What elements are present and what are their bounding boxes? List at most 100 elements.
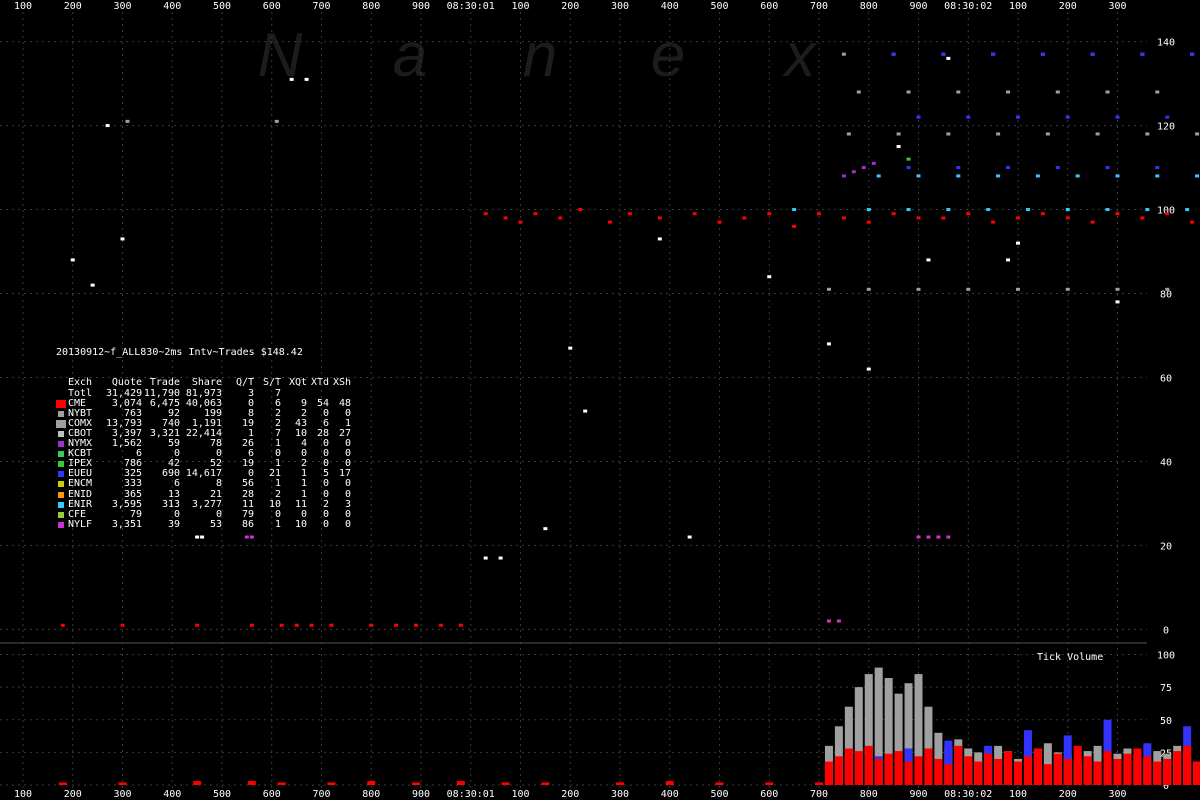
y-tick-label: 100 <box>1157 651 1175 662</box>
tick-volume-bar <box>456 781 465 785</box>
x-tick-label: 200 <box>561 789 579 800</box>
tick-volume-bar <box>874 758 883 785</box>
x-tick-label: 600 <box>263 1 281 12</box>
y-tick-label: 140 <box>1157 38 1175 49</box>
tick-volume-bar <box>824 761 833 785</box>
stats-cell: 8 <box>215 478 222 490</box>
legend-swatch <box>58 521 64 528</box>
trade-point <box>1165 212 1170 216</box>
trade-point <box>274 119 279 123</box>
trade-point <box>503 216 508 220</box>
stats-cell: 333 <box>123 478 142 490</box>
tick-volume-bar <box>1063 758 1072 785</box>
watermark-letter: e <box>651 21 685 90</box>
trade-point <box>1190 52 1195 56</box>
trade-point <box>1016 241 1020 245</box>
trade-point <box>916 216 921 220</box>
x-tick-label: 300 <box>611 1 629 12</box>
trade-point <box>304 77 309 81</box>
tick-volume-bar <box>1083 756 1092 785</box>
trade-point <box>891 212 896 216</box>
trade-point <box>767 275 772 279</box>
y-tick-label: 75 <box>1160 683 1172 694</box>
trade-point <box>956 90 961 94</box>
trade-point <box>60 623 65 627</box>
stats-cell: 6 <box>173 478 180 490</box>
x-tick-label: 800 <box>860 1 878 12</box>
legend-swatch <box>58 410 64 417</box>
tick-volume-bar <box>1033 748 1042 785</box>
x-tick-label: 100 <box>511 789 529 800</box>
y-tick-label: 60 <box>1160 373 1172 384</box>
trade-point <box>518 220 523 224</box>
trade-point <box>1016 115 1020 119</box>
trade-point <box>871 161 876 165</box>
x-tick-label: 800 <box>362 789 380 800</box>
trade-point <box>866 367 871 371</box>
stats-cell: 10 <box>294 518 307 530</box>
x-tick-label: 100 <box>14 1 32 12</box>
tick-volume-bar <box>1093 761 1102 785</box>
trade-point <box>991 52 996 56</box>
x-tick-label: 900 <box>909 1 927 12</box>
trade-point <box>309 623 314 627</box>
legend-swatch <box>58 481 64 488</box>
tick-volume-bar <box>765 782 774 785</box>
stats-body: Exch Quote Trade Share Q/T S/T XQt XTd XSh Totl 31… <box>56 378 351 529</box>
x-tick-label: 200 <box>1059 1 1077 12</box>
trade-point <box>583 409 588 413</box>
trade-point <box>657 216 662 220</box>
x-tick-label: 500 <box>710 1 728 12</box>
x-axis-bottom: 100 200 300 400 500 600 700 800 900 08:30:01 100 20… <box>14 789 1127 800</box>
trade-point <box>294 623 299 627</box>
trade-point <box>1065 208 1070 212</box>
trade-point <box>1006 90 1011 94</box>
stats-cell: 86 <box>241 518 254 530</box>
tick-volume-bar <box>964 756 973 785</box>
trade-point <box>125 119 130 123</box>
trade-point <box>916 115 921 119</box>
x-tick-label: 400 <box>163 789 181 800</box>
stats-row: ENCM 333 6 8 56 1 1 0 0 <box>56 479 351 489</box>
tick-volume-bar <box>854 751 863 785</box>
trade-point <box>289 77 294 81</box>
stats-cell: 1 <box>274 518 281 530</box>
trade-point <box>1155 166 1160 170</box>
tick-volume-bar <box>1193 761 1200 785</box>
trade-point <box>1055 166 1060 170</box>
tick-volume-bar <box>501 782 510 785</box>
trade-point <box>1115 174 1120 178</box>
trade-point <box>1155 174 1160 178</box>
trade-point <box>841 216 846 220</box>
trade-point <box>1090 220 1095 224</box>
stats-cell: NYLF <box>68 518 93 530</box>
legend-swatch <box>56 379 66 387</box>
stats-cell: ENCM <box>68 478 93 490</box>
tick-volume-bar <box>894 751 903 785</box>
trade-point <box>866 208 871 212</box>
x-tick-label: 800 <box>860 789 878 800</box>
tick-volume-bar <box>412 782 421 785</box>
trade-point <box>692 212 697 216</box>
trade-point <box>1075 174 1080 178</box>
x-tick-label: 08:30:01 <box>447 1 495 12</box>
watermark: Na n e x <box>258 21 818 90</box>
trade-point <box>966 212 971 216</box>
tick-volume-bar <box>1023 756 1032 785</box>
tick-volume-bar <box>665 781 674 785</box>
trade-point <box>1040 212 1045 216</box>
trade-point <box>120 623 125 627</box>
trade-point <box>946 56 951 60</box>
trade-point <box>1035 174 1040 178</box>
x-tick-label: 700 <box>810 789 828 800</box>
trade-point <box>1006 258 1011 262</box>
trade-point <box>926 535 931 539</box>
legend-swatch <box>58 430 64 437</box>
legend-swatch <box>56 419 66 428</box>
trade-point <box>414 623 419 627</box>
trade-point <box>687 535 692 539</box>
tick-volume-bar <box>974 761 983 785</box>
trade-point <box>996 132 1001 136</box>
trade-point <box>861 166 866 170</box>
trade-point <box>1140 216 1145 220</box>
